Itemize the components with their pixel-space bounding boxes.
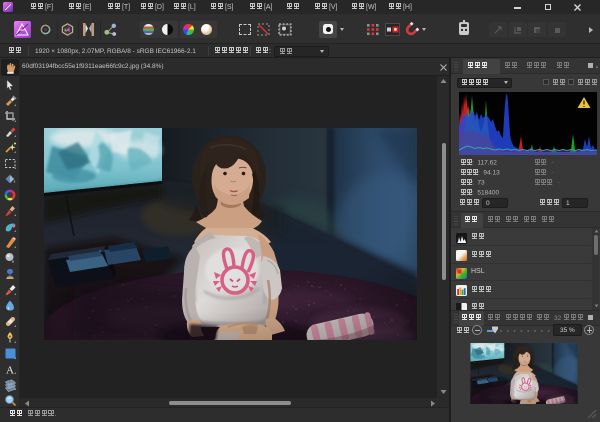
svg-text:A: A — [6, 364, 14, 375]
